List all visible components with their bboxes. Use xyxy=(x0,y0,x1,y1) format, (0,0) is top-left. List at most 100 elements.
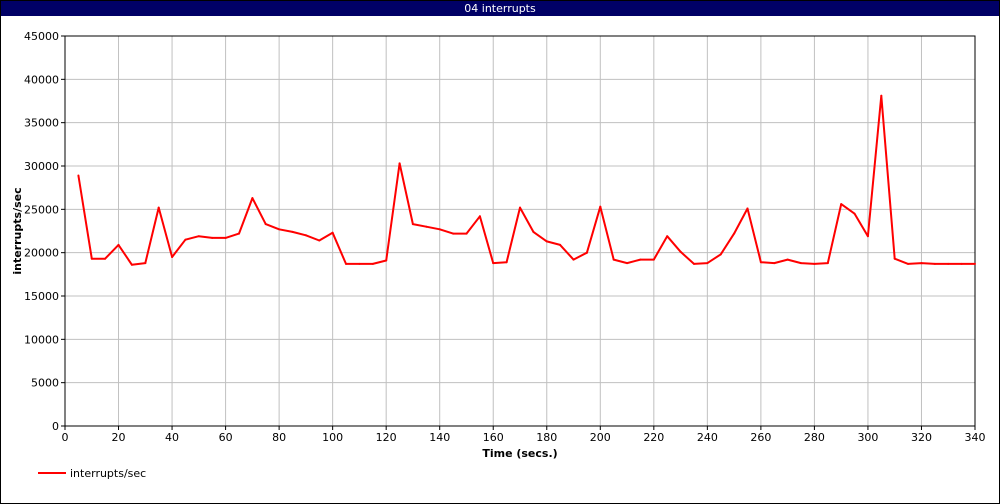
legend: interrupts/sec xyxy=(38,467,146,480)
data-point xyxy=(933,262,936,265)
x-tick-label: 120 xyxy=(376,431,397,444)
line-chart: 0 5000 10000 15000 20000 25000 30000 35000 40000… xyxy=(11,30,986,480)
data-point xyxy=(144,262,147,265)
data-point xyxy=(746,207,749,210)
data-point xyxy=(264,223,267,226)
data-point xyxy=(278,228,281,231)
x-tick-label: 40 xyxy=(165,431,179,444)
x-tick-label: 220 xyxy=(643,431,664,444)
data-point xyxy=(492,262,495,265)
x-tick-label: 340 xyxy=(965,431,986,444)
series-layer xyxy=(77,94,976,266)
data-point xyxy=(666,235,669,238)
x-axis: 0 20 40 60 80 100 120 140 160 180 200 220 240 260 280 3… xyxy=(62,426,986,444)
x-tick-label: 100 xyxy=(322,431,343,444)
data-point xyxy=(104,257,107,260)
x-tick-label: 320 xyxy=(911,431,932,444)
series-line xyxy=(77,94,975,266)
data-point xyxy=(157,206,160,209)
x-tick-label: 240 xyxy=(697,431,718,444)
x-tick-label: 0 xyxy=(62,431,69,444)
data-point xyxy=(117,243,120,246)
x-tick-label: 280 xyxy=(804,431,825,444)
y-tick-label: 40000 xyxy=(24,73,59,86)
data-point xyxy=(77,174,80,177)
data-point xyxy=(519,206,521,209)
data-point xyxy=(465,232,468,235)
data-point xyxy=(947,262,950,265)
grid-lines xyxy=(64,35,976,427)
data-point xyxy=(291,230,294,233)
data-point xyxy=(358,262,361,265)
data-point xyxy=(371,262,374,265)
data-point xyxy=(331,231,334,234)
y-tick-label: 10000 xyxy=(24,333,59,346)
y-axis: 0 5000 10000 15000 20000 25000 30000 35000 40000… xyxy=(24,30,65,433)
data-point xyxy=(813,262,816,265)
data-point xyxy=(786,258,789,261)
x-tick-label: 80 xyxy=(272,431,286,444)
data-point xyxy=(197,235,200,238)
data-point xyxy=(184,238,187,241)
y-tick-label: 30000 xyxy=(24,160,59,173)
data-point xyxy=(800,262,802,265)
data-point xyxy=(559,243,562,246)
plot-area xyxy=(64,35,976,427)
data-point xyxy=(224,236,227,239)
data-point xyxy=(318,239,321,242)
data-point xyxy=(706,262,709,265)
data-point xyxy=(251,197,254,200)
data-point xyxy=(585,251,588,254)
data-point xyxy=(679,250,682,253)
y-tick-label: 35000 xyxy=(24,117,59,130)
data-point xyxy=(171,256,174,258)
data-point xyxy=(238,232,240,235)
data-point xyxy=(652,258,655,261)
data-point xyxy=(626,262,629,265)
data-point xyxy=(211,236,214,239)
data-point xyxy=(826,262,829,265)
data-point xyxy=(612,258,615,261)
y-tick-label: 45000 xyxy=(24,30,59,43)
x-tick-label: 140 xyxy=(429,431,450,444)
data-point xyxy=(478,215,481,218)
data-point xyxy=(438,228,441,231)
data-point xyxy=(130,263,133,266)
data-point xyxy=(398,162,401,165)
data-point xyxy=(639,258,642,261)
data-point xyxy=(90,257,93,260)
y-axis-title: interrupts/sec xyxy=(11,187,24,274)
y-tick-label: 15000 xyxy=(24,290,59,303)
data-point xyxy=(733,232,736,235)
x-tick-label: 200 xyxy=(590,431,611,444)
data-point xyxy=(880,94,883,97)
data-point xyxy=(719,253,722,256)
data-point xyxy=(572,258,575,261)
data-point xyxy=(773,262,776,265)
data-point xyxy=(960,262,963,265)
y-tick-label: 5000 xyxy=(31,377,59,390)
data-point xyxy=(411,223,414,226)
x-axis-title: Time (secs.) xyxy=(482,447,557,460)
data-point xyxy=(974,262,976,265)
x-tick-label: 180 xyxy=(536,431,557,444)
data-point xyxy=(893,257,896,260)
data-point xyxy=(907,262,910,265)
data-point xyxy=(759,261,762,264)
legend-label: interrupts/sec xyxy=(70,467,146,480)
x-tick-label: 260 xyxy=(750,431,771,444)
y-tick-label: 20000 xyxy=(24,247,59,260)
data-point xyxy=(866,235,869,238)
data-point xyxy=(693,262,695,265)
data-point xyxy=(532,230,535,233)
x-tick-label: 60 xyxy=(219,431,233,444)
data-point xyxy=(853,212,856,215)
data-point xyxy=(545,240,548,243)
data-point xyxy=(425,225,428,228)
data-point xyxy=(452,232,455,235)
data-point xyxy=(840,203,843,206)
data-point xyxy=(920,262,923,265)
y-tick-label: 0 xyxy=(52,420,59,433)
data-point xyxy=(345,262,347,265)
data-point xyxy=(304,234,307,237)
